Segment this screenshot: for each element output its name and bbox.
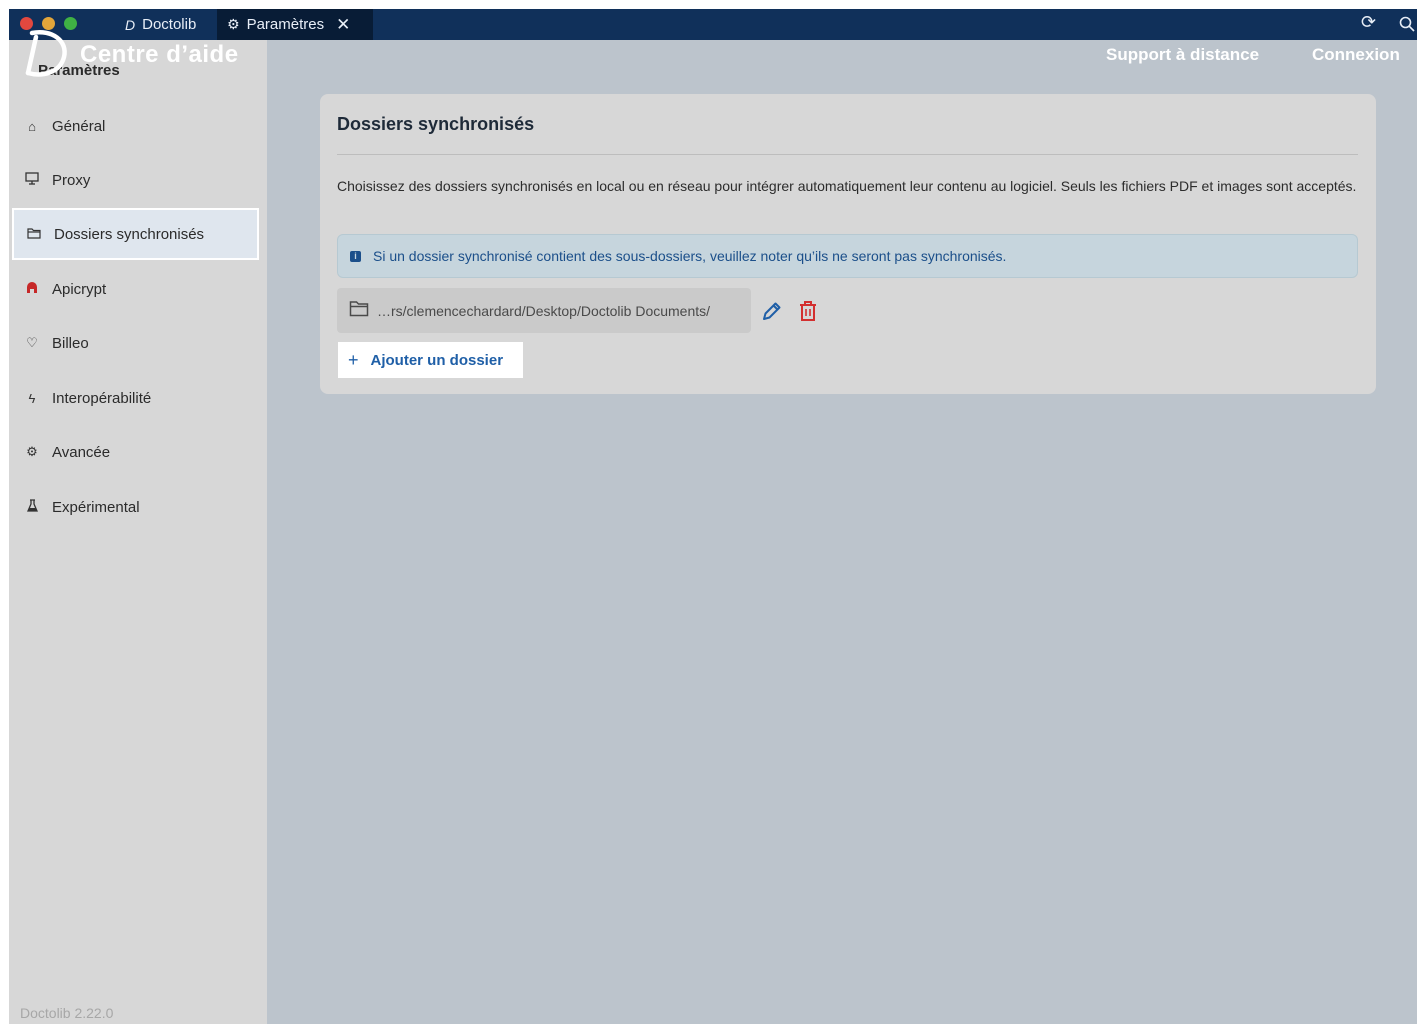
doctolib-logo-icon: D [125,16,136,33]
sidebar-item-billeo[interactable]: ♡ Billeo [12,317,259,369]
monitor-icon [24,172,40,188]
info-banner: i Si un dossier synchronisé contient des… [337,234,1358,278]
add-folder-button[interactable]: + Ajouter un dossier [338,342,523,378]
info-text: Si un dossier synchronisé contient des s… [373,248,1007,264]
sidebar-item-general[interactable]: ⌂ Général [12,100,259,152]
synced-folders-card: Dossiers synchronisés Choisissez des dos… [320,94,1376,394]
sidebar-item-label: Général [52,117,106,135]
sidebar-item-proxy[interactable]: Proxy [12,154,259,206]
tab-doctolib[interactable]: D Doctolib [115,9,206,40]
add-folder-label: Ajouter un dossier [370,351,504,369]
folder-path: …rs/clemencechardard/Desktop/Doctolib Do… [377,302,711,319]
window-titlebar: D Doctolib ⚙ Paramètres ✕ ⟳ [9,9,1417,40]
tab-label: Doctolib [142,16,197,33]
reload-icon[interactable]: ⟳ [1361,12,1376,33]
folder-icon [26,227,42,242]
page-title: Dossiers synchronisés [337,114,535,134]
home-icon: ⌂ [28,118,36,134]
sidebar-item-interoperability[interactable]: ϟ Interopérabilité [12,372,259,424]
edit-folder-button[interactable] [760,299,784,323]
pencil-icon [763,302,781,320]
folder-icon [349,300,369,322]
close-tab-icon[interactable]: ✕ [336,15,350,35]
help-center-title: Centre d’aide [80,41,239,68]
sidebar-item-label: Billeo [52,334,89,352]
sidebar-item-advanced[interactable]: ⚙ Avancée [12,426,259,478]
divider [337,154,1358,155]
sidebar-item-synced-folders[interactable]: Dossiers synchronisés [12,208,259,260]
plus-icon: + [348,349,359,370]
gear-icon: ⚙ [26,444,38,459]
trash-icon [800,301,816,321]
sidebar-item-label: Dossiers synchronisés [54,225,205,243]
sidebar-item-label: Expérimental [52,498,140,516]
tab-label: Paramètres [246,16,325,33]
info-icon: i [350,250,361,262]
sidebar-item-label: Avancée [52,443,111,461]
sidebar-item-label: Apicrypt [52,280,107,298]
doctolib-logo-icon [22,27,72,79]
sidebar-item-label: Proxy [52,171,91,189]
tab-settings[interactable]: ⚙ Paramètres ✕ [217,9,373,40]
search-icon[interactable] [1399,12,1415,37]
sidebar-item-label: Interopérabilité [52,389,152,407]
bolt-icon: ϟ [28,390,36,406]
login-link[interactable]: Connexion [1312,45,1400,65]
remote-support-link[interactable]: Support à distance [1106,45,1259,65]
delete-folder-button[interactable] [797,299,819,323]
gear-icon: ⚙ [227,16,240,32]
apicrypt-icon [24,281,40,297]
billeo-icon: ♡ [26,335,38,350]
sidebar-item-apicrypt[interactable]: Apicrypt [12,263,259,315]
flask-icon [24,499,40,515]
sidebar-item-experimental[interactable]: Expérimental [12,481,259,533]
app-version: Doctolib 2.22.0 [20,1005,114,1021]
description-text: Choisissez des dossiers synchronisés en … [337,178,1357,194]
synced-folder-entry: …rs/clemencechardard/Desktop/Doctolib Do… [337,288,751,333]
